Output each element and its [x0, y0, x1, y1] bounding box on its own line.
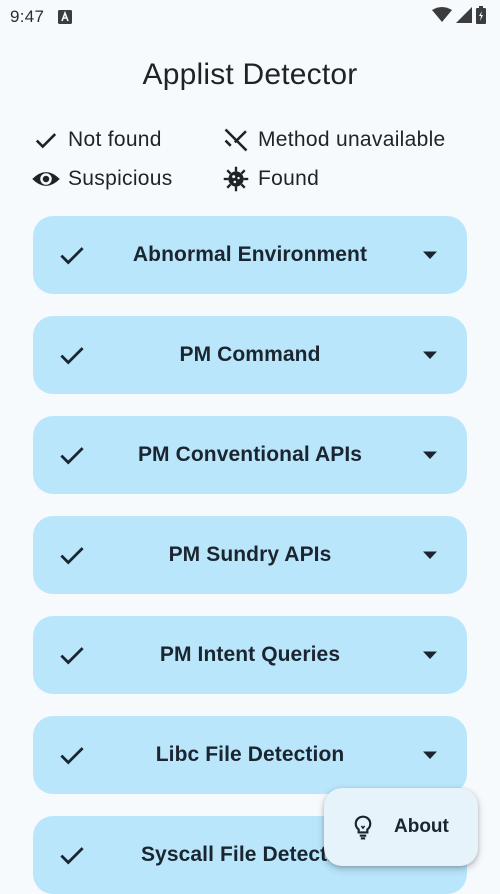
- detection-label: PM Intent Queries: [159, 643, 341, 666]
- status-bar: 9:47: [0, 0, 500, 34]
- detection-card-pm-command[interactable]: PM Command: [33, 316, 467, 394]
- status-time: 9:47: [10, 7, 45, 26]
- legend-label: Found: [258, 167, 320, 190]
- legend-label: Suspicious: [68, 167, 173, 190]
- legend-found: Found: [220, 163, 319, 195]
- dropdown-arrow-icon[interactable]: [423, 650, 437, 660]
- detection-card-pm-sundry-apis[interactable]: PM Sundry APIs: [33, 516, 467, 594]
- legend-label: Method unavailable: [258, 128, 446, 151]
- eye-icon: [30, 163, 62, 195]
- legend-method-unavailable: Method unavailable: [220, 124, 446, 156]
- dropdown-arrow-icon[interactable]: [423, 450, 437, 460]
- legend-not-found: Not found: [30, 124, 162, 156]
- dropdown-arrow-icon[interactable]: [423, 550, 437, 560]
- detection-label: Libc File Detection: [155, 743, 345, 766]
- detection-card-libc-file-detection[interactable]: Libc File Detection: [33, 716, 467, 794]
- about-label: About: [394, 816, 449, 837]
- detection-label: Abnormal Environment: [132, 243, 368, 266]
- no-method-icon: [220, 124, 252, 156]
- detection-card-abnormal-environment[interactable]: Abnormal Environment: [33, 216, 467, 294]
- dropdown-arrow-icon[interactable]: [423, 250, 437, 260]
- app-title: Applist Detector: [142, 58, 358, 91]
- legend-suspicious: Suspicious: [30, 163, 173, 195]
- dropdown-arrow-icon[interactable]: [423, 750, 437, 760]
- wifi-icon: [432, 6, 452, 28]
- detection-label: PM Sundry APIs: [168, 543, 332, 566]
- detection-card-pm-intent-queries[interactable]: PM Intent Queries: [33, 616, 467, 694]
- check-icon: [30, 124, 62, 156]
- detection-label: PM Conventional APIs: [137, 443, 363, 466]
- detection-label: PM Command: [179, 343, 321, 366]
- legend-label: Not found: [68, 128, 162, 151]
- lightbulb-icon: [350, 814, 376, 840]
- virus-icon: [220, 163, 252, 195]
- battery-icon: [476, 5, 486, 29]
- status-icons: [432, 5, 486, 29]
- cell-signal-icon: [456, 6, 472, 28]
- about-button[interactable]: About: [324, 788, 478, 866]
- notification-a-icon: [58, 10, 73, 24]
- detection-card-pm-conventional-apis[interactable]: PM Conventional APIs: [33, 416, 467, 494]
- dropdown-arrow-icon[interactable]: [423, 350, 437, 360]
